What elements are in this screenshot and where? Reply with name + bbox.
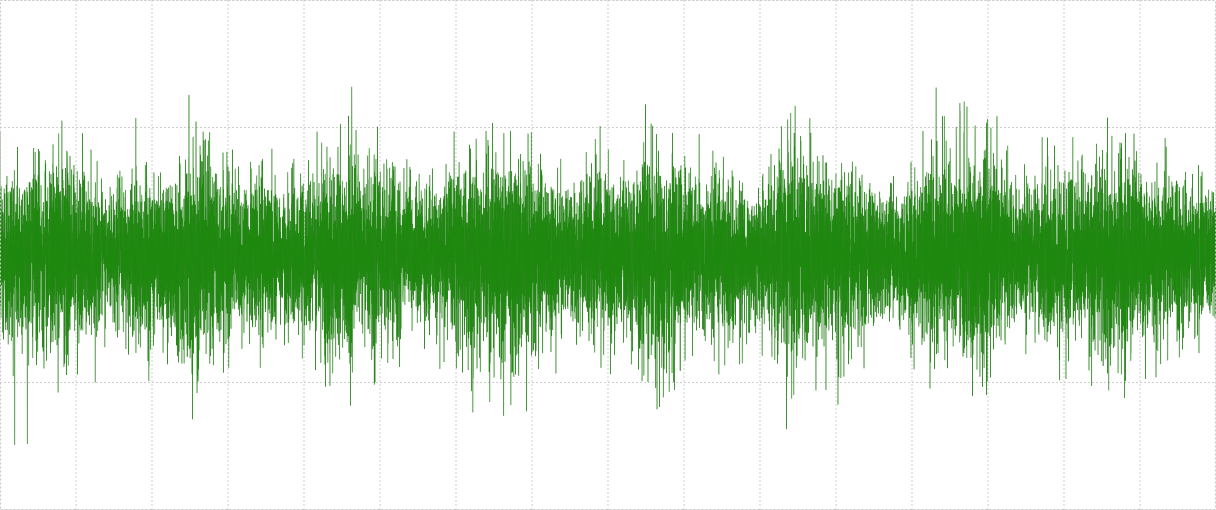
waveform-chart bbox=[0, 0, 1216, 510]
waveform-plot bbox=[0, 0, 1216, 510]
